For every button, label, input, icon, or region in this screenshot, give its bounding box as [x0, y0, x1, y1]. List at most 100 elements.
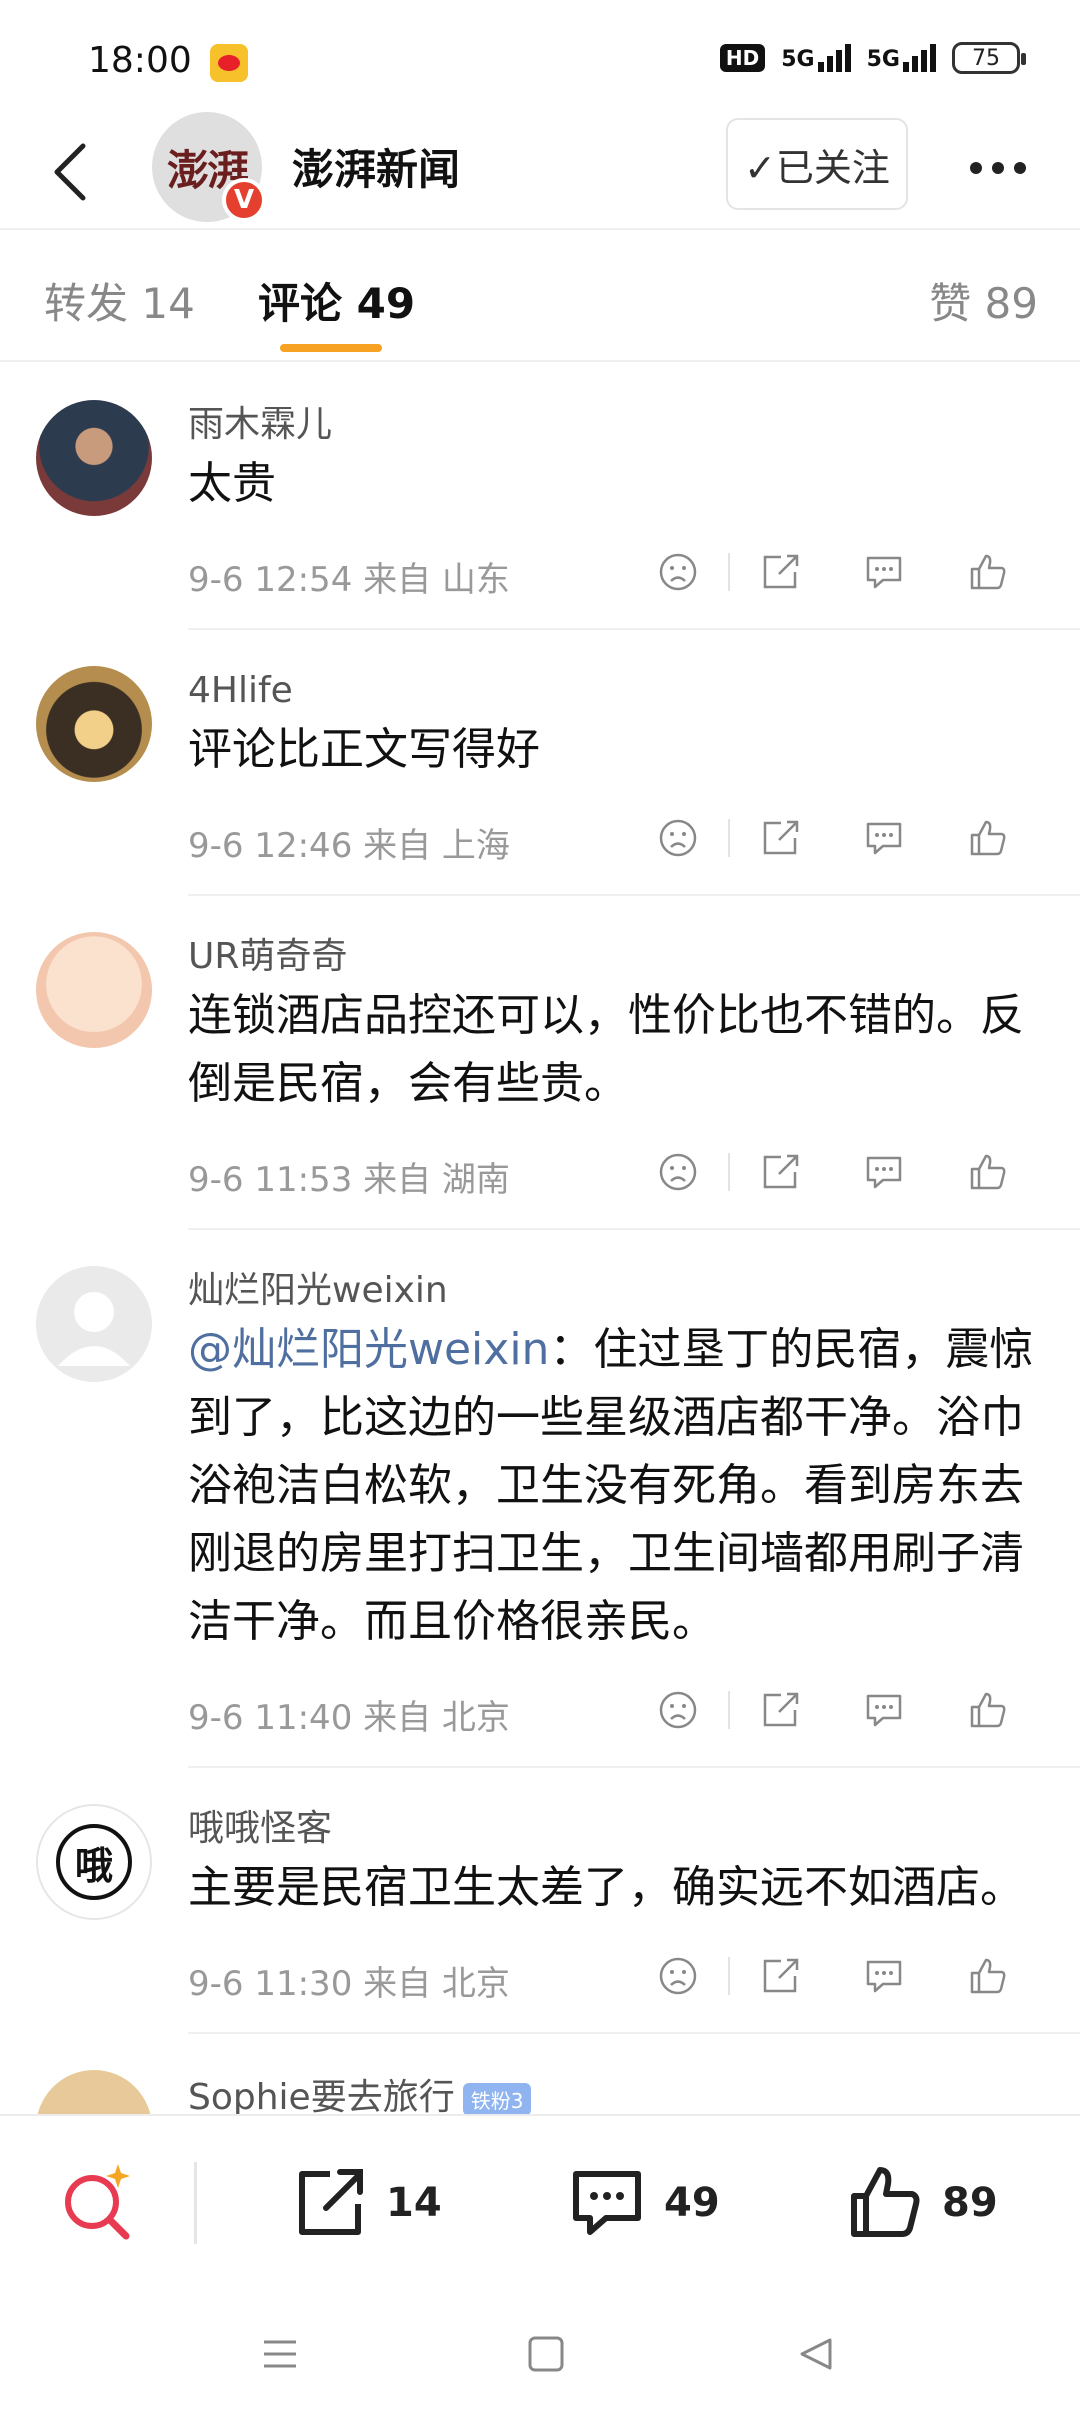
- search-button[interactable]: [56, 2158, 142, 2244]
- signal-icon-2: 5G: [867, 44, 936, 72]
- avatar[interactable]: [36, 1266, 152, 1382]
- more-options-button[interactable]: [958, 138, 1038, 198]
- frown-icon: [659, 1957, 697, 1995]
- comment-bubble-icon: [866, 1960, 902, 1993]
- thumbs-up-icon: [970, 554, 1006, 590]
- comment-time-location: 9-6 11:40 来自 北京: [188, 1698, 510, 1738]
- menu-icon: [264, 2340, 296, 2368]
- comment-item: 灿烂阳光weixin @灿烂阳光weixin：住过垦丁的民宿，震惊到了，比这边的…: [36, 1230, 1080, 1768]
- share-icon: [299, 2169, 363, 2235]
- back-triangle-icon: [800, 2338, 832, 2370]
- like-button[interactable]: [936, 1948, 1040, 2004]
- status-bar: 18:00 HD 5G 5G 75: [0, 0, 1080, 120]
- reply-button[interactable]: [832, 1682, 936, 1738]
- frown-icon: [659, 553, 697, 591]
- comment-list: 雨木霖儿 太贵 9-6 12:54 来自 山东 4Hlife 评论比正文写得好 …: [0, 364, 1080, 2114]
- comment-bubble-icon: [866, 822, 902, 855]
- share-icon: [763, 1958, 799, 1993]
- comment-meta: 9-6 11:30 来自 北京: [188, 1922, 1080, 2032]
- mention-link[interactable]: @灿烂阳光weixin: [188, 1324, 549, 1375]
- repost-button[interactable]: 14: [290, 2160, 442, 2246]
- verified-badge-icon: V: [222, 178, 266, 222]
- fan-badge: 铁粉3: [462, 2082, 532, 2114]
- avatar[interactable]: [36, 666, 152, 782]
- account-name[interactable]: 澎湃新闻: [292, 136, 460, 197]
- reply-button[interactable]: [832, 544, 936, 600]
- comment-time-location: 9-6 11:30 来自 北京: [188, 1964, 510, 2004]
- share-button[interactable]: [728, 544, 832, 600]
- search-icon: [65, 2164, 130, 2240]
- avatar-glyph: 哦: [56, 1824, 132, 1900]
- like-count: 89: [942, 2180, 998, 2226]
- comment-text: 评论比正文写得好: [188, 724, 540, 775]
- comment-time-location: 9-6 11:53 来自 湖南: [188, 1160, 510, 1200]
- like-button[interactable]: 89: [846, 2160, 998, 2246]
- frown-icon: [659, 1153, 697, 1191]
- comment-text: 连锁酒店品控还可以，性价比也不错的。反倒是民宿，会有些贵。: [188, 990, 1024, 1109]
- reply-button[interactable]: [832, 1948, 936, 2004]
- reply-button[interactable]: [832, 810, 936, 866]
- dislike-button[interactable]: [626, 1144, 730, 1200]
- comment-actions: [626, 1682, 1040, 1738]
- share-button[interactable]: [728, 810, 832, 866]
- comment-username[interactable]: 雨木霖儿: [188, 364, 1080, 450]
- avatar[interactable]: [36, 400, 152, 516]
- share-icon: [763, 1154, 799, 1189]
- dislike-button[interactable]: [626, 810, 730, 866]
- reply-button[interactable]: [832, 1144, 936, 1200]
- dislike-button[interactable]: [626, 544, 730, 600]
- bottom-action-bar: 14 49 89: [0, 2114, 1080, 2284]
- share-icon: [763, 554, 799, 589]
- comment-button[interactable]: 49: [568, 2160, 720, 2246]
- share-icon: [763, 820, 799, 855]
- square-icon: [528, 2336, 564, 2372]
- weibo-notification-icon: [210, 44, 248, 82]
- back-button[interactable]: [36, 132, 106, 212]
- avatar[interactable]: [36, 932, 152, 1048]
- comment-username[interactable]: Sophie要去旅行 铁粉3: [188, 2034, 1080, 2114]
- home-button[interactable]: [516, 2324, 576, 2384]
- comment-text: @灿烂阳光weixin：住过垦丁的民宿，震惊到了，比这边的一些星级酒店都干净。浴…: [188, 1316, 1080, 1656]
- tab-likes[interactable]: 赞 89: [929, 270, 1038, 331]
- comment-actions: [626, 810, 1040, 866]
- comment-time-location: 9-6 12:54 来自 山东: [188, 560, 510, 600]
- comment-username[interactable]: 灿烂阳光weixin: [188, 1230, 1080, 1316]
- tab-repost[interactable]: 转发 14: [44, 270, 195, 331]
- comment-bubble-icon: [866, 556, 902, 589]
- comment-item: 雨木霖儿 太贵 9-6 12:54 来自 山东: [36, 364, 1080, 630]
- dislike-button[interactable]: [626, 1948, 730, 2004]
- repost-count: 14: [386, 2180, 442, 2226]
- follow-button[interactable]: ✓已关注: [726, 118, 908, 210]
- avatar[interactable]: [36, 2070, 152, 2114]
- like-button[interactable]: [936, 810, 1040, 866]
- comment-username[interactable]: 哦哦怪客: [188, 1768, 1080, 1854]
- comment-username[interactable]: UR萌奇奇: [188, 896, 1080, 982]
- signal-icon-1: 5G: [781, 44, 851, 72]
- thumbs-up-icon: [970, 820, 1006, 856]
- share-button[interactable]: [728, 1144, 832, 1200]
- comment-username[interactable]: 4Hlife: [188, 630, 1080, 716]
- comment-count: 49: [664, 2180, 720, 2226]
- more-dot-icon: [970, 162, 982, 174]
- comment-meta: 9-6 12:46 来自 上海: [188, 784, 1080, 894]
- share-icon: [763, 1692, 799, 1727]
- comment-bubble-icon: [866, 1156, 902, 1189]
- interaction-tabs: 转发 14 评论 49 赞 89: [0, 232, 1080, 362]
- frown-icon: [659, 1691, 697, 1729]
- hd-voice-icon: HD: [719, 44, 766, 72]
- like-button[interactable]: [936, 544, 1040, 600]
- avatar[interactable]: 哦: [36, 1804, 152, 1920]
- comment-bubble-icon: [573, 2171, 641, 2235]
- recent-apps-button[interactable]: [250, 2324, 310, 2384]
- share-button[interactable]: [728, 1682, 832, 1738]
- status-time: 18:00: [88, 40, 192, 81]
- comment-meta: 9-6 11:53 来自 湖南: [188, 1118, 1080, 1228]
- like-button[interactable]: [936, 1682, 1040, 1738]
- share-button[interactable]: [728, 1948, 832, 2004]
- like-button[interactable]: [936, 1144, 1040, 1200]
- comment-item: 哦 哦哦怪客 主要是民宿卫生太差了，确实远不如酒店。 9-6 11:30 来自 …: [36, 1768, 1080, 2034]
- tab-comments[interactable]: 评论 49: [258, 270, 415, 331]
- system-back-button[interactable]: [786, 2324, 846, 2384]
- comment-item-partial: Sophie要去旅行 铁粉3: [36, 2034, 1080, 2114]
- dislike-button[interactable]: [626, 1682, 730, 1738]
